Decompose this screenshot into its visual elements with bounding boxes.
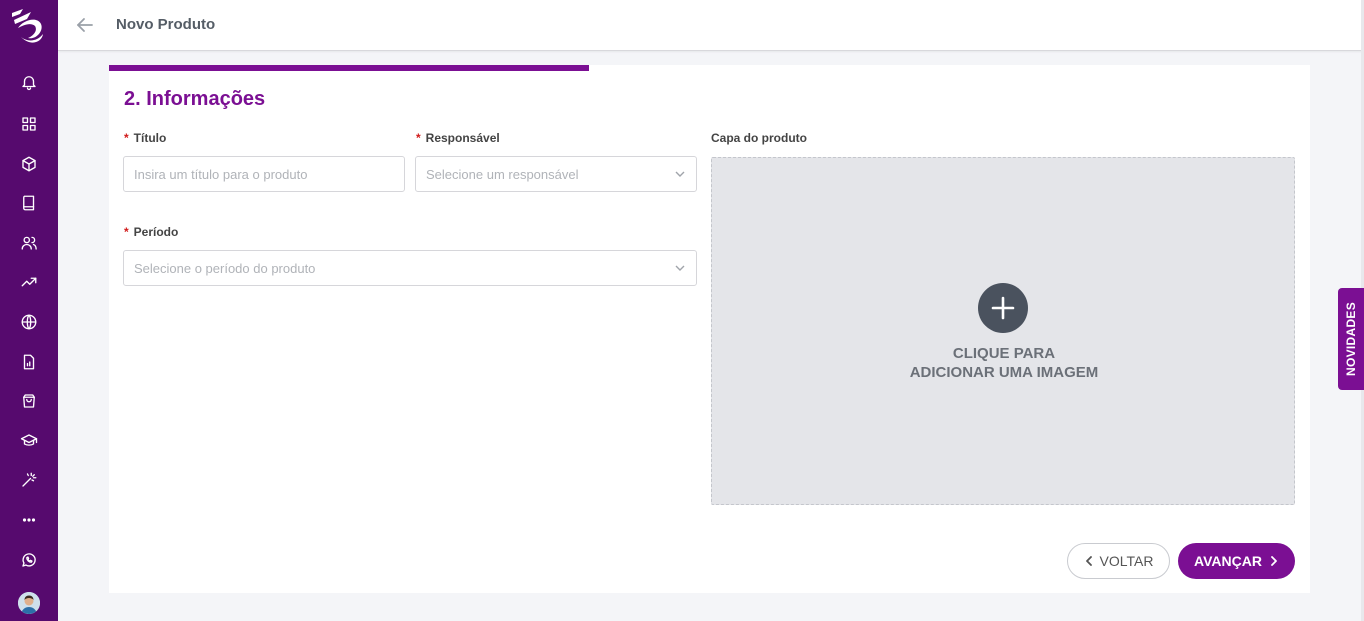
novidades-tab[interactable]: NOVIDADES: [1338, 288, 1364, 390]
bell-icon[interactable]: [17, 70, 41, 94]
step-title: 2. Informações: [124, 88, 266, 110]
responsavel-select[interactable]: Selecione um responsável: [415, 156, 697, 192]
chevron-right-icon: [1271, 556, 1277, 566]
sidebar: [0, 0, 58, 621]
chevron-down-icon: [674, 262, 686, 274]
whatsapp-icon[interactable]: [17, 548, 41, 572]
plus-icon[interactable]: [978, 283, 1028, 333]
dashboard-icon[interactable]: [17, 112, 41, 136]
trending-icon[interactable]: [17, 270, 41, 294]
periodo-placeholder: Selecione o período do produto: [134, 260, 316, 276]
periodo-label: * Período: [124, 225, 179, 239]
voltar-button[interactable]: VOLTAR: [1067, 543, 1170, 579]
titulo-label: * Título: [124, 131, 167, 145]
form-card: 2. Informações * Título Insira um título …: [109, 65, 1310, 593]
brand-logo[interactable]: [9, 4, 49, 46]
cover-label: Capa do produto: [711, 131, 807, 145]
titulo-placeholder: Insira um título para o produto: [134, 166, 308, 182]
magic-wand-icon[interactable]: [17, 468, 41, 492]
top-bar: Novo Produto: [58, 0, 1364, 51]
step-progress-bar: [109, 65, 590, 71]
titulo-input[interactable]: Insira um título para o produto: [123, 156, 405, 192]
avancar-button[interactable]: AVANÇAR: [1178, 543, 1295, 579]
more-icon[interactable]: [17, 508, 41, 532]
responsavel-label: * Responsável: [416, 131, 500, 145]
back-arrow-icon[interactable]: [74, 14, 96, 36]
cover-upload-text: CLIQUE PARA ADICIONAR UMA IMAGEM: [909, 345, 1099, 381]
shopping-bag-icon[interactable]: [17, 389, 41, 413]
periodo-select[interactable]: Selecione o período do produto: [123, 250, 697, 286]
box-icon[interactable]: [17, 152, 41, 176]
chevron-left-icon: [1085, 556, 1092, 566]
required-mark: *: [416, 131, 421, 145]
graduation-cap-icon[interactable]: [17, 429, 41, 453]
globe-icon[interactable]: [17, 310, 41, 334]
required-mark: *: [124, 131, 129, 145]
report-icon[interactable]: [17, 350, 41, 374]
responsavel-placeholder: Selecione um responsável: [426, 166, 579, 182]
users-icon[interactable]: [17, 231, 41, 255]
page-title: Novo Produto: [116, 16, 216, 33]
avatar[interactable]: [18, 592, 40, 614]
required-mark: *: [124, 225, 129, 239]
chevron-down-icon: [674, 168, 686, 180]
cover-upload-area[interactable]: CLIQUE PARA ADICIONAR UMA IMAGEM: [711, 157, 1295, 505]
book-icon[interactable]: [17, 191, 41, 215]
